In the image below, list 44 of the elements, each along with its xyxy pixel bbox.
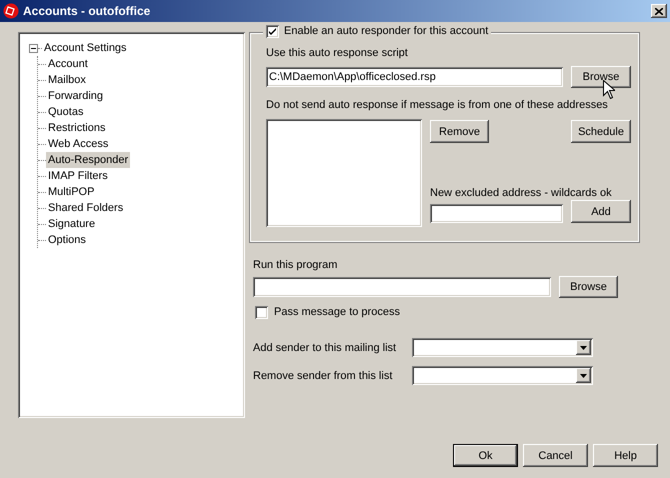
button[interactable]: Help: [593, 444, 658, 467]
tree-item[interactable]: Auto-Responder: [46, 152, 130, 168]
field-label: Add sender to this mailing list: [253, 340, 398, 354]
tree-item[interactable]: Mailbox: [46, 72, 88, 88]
tree-item[interactable]: Options: [46, 232, 88, 248]
tree-item[interactable]: Web Access: [46, 136, 110, 152]
close-icon: [655, 8, 663, 14]
tree-item[interactable]: MultiPOP: [46, 184, 96, 200]
tree-item[interactable]: Restrictions: [46, 120, 108, 136]
button[interactable]: Browse: [559, 276, 618, 298]
window-title: Accounts - outofoffice: [23, 4, 150, 18]
button[interactable]: Ok: [453, 444, 518, 467]
button[interactable]: Browse: [571, 66, 631, 88]
button[interactable]: Add: [571, 200, 631, 223]
tree-item[interactable]: Shared Folders: [46, 200, 126, 216]
address-field[interactable]: [430, 204, 563, 223]
caret-icon: [580, 374, 587, 378]
field-label: New excluded address - wildcards ok: [430, 186, 613, 200]
tree-item[interactable]: IMAP Filters: [46, 168, 110, 184]
field-label: Use this auto response script: [266, 46, 409, 60]
field-label: Run this program: [253, 258, 338, 272]
cursor-icon: [603, 80, 615, 99]
program-path-field[interactable]: [253, 277, 551, 297]
address-listbox[interactable]: [266, 119, 422, 227]
button[interactable]: Cancel: [523, 444, 588, 467]
tree-item[interactable]: Account: [46, 56, 90, 72]
checkbox[interactable]: [266, 24, 279, 38]
tree-item[interactable]: Forwarding: [46, 88, 106, 104]
close-button[interactable]: [651, 4, 667, 18]
tree-item[interactable]: Quotas: [46, 104, 86, 120]
button[interactable]: Schedule: [571, 120, 631, 143]
caret-icon: [580, 346, 587, 350]
checkbox[interactable]: [255, 306, 268, 318]
app-icon: [3, 3, 19, 19]
script-path-field[interactable]: C:\MDaemon\App\officeclosed.rsp: [266, 67, 563, 87]
dropdown[interactable]: [412, 338, 593, 357]
field-label: Remove sender from this list: [253, 368, 394, 382]
tree-item[interactable]: Account Settings: [42, 40, 129, 56]
button[interactable]: Remove: [430, 120, 489, 143]
tree-item[interactable]: Signature: [46, 216, 98, 232]
checkbox-label: Pass message to process: [274, 305, 400, 319]
field-label: Do not send auto response if message is from one of these addresses: [266, 98, 609, 112]
dropdown[interactable]: [412, 366, 593, 385]
checkbox-label: Enable an auto responder for this account: [284, 24, 488, 38]
